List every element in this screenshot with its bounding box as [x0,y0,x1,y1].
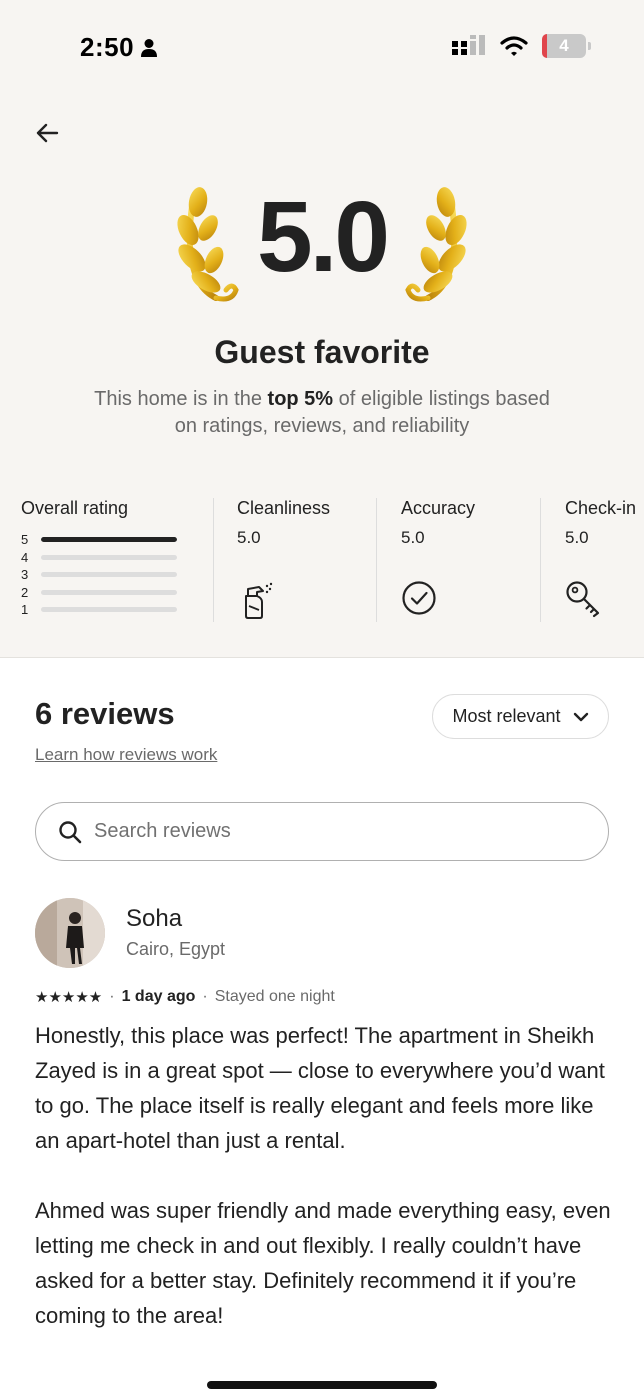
divider [540,498,541,622]
rating-bar-star: 5 [21,532,29,548]
laurel-right-icon [405,187,467,302]
category-value: 5.0 [237,528,261,547]
rating-bar-track [41,589,177,595]
avatar[interactable] [35,898,105,968]
rating-bar-row: 5 [21,531,201,549]
reviewer-location: Cairo, Egypt [126,939,226,959]
category-value: 5.0 [565,528,589,547]
reviewer-photo [35,898,105,968]
category-cleanliness: Cleanliness 5.0 [237,498,367,624]
rating-categories: Overall rating 54 32 1 Cleanliness 5.0 Acc… [0,498,644,624]
separator: · [202,988,208,1005]
reviewer-name: Soha [126,905,183,932]
search-icon [59,820,82,843]
rating-bar-row: 3 [21,566,201,584]
key-icon [566,581,600,618]
star-rating: ★★★★★ [35,989,103,1006]
status-time: 2:50 [80,32,158,63]
rating-bar-track [41,572,177,578]
review-paragraph: Ahmed was super friendly and made everyt… [35,1198,611,1328]
wifi-icon [500,36,528,56]
spray-bottle-icon [245,582,273,619]
signal-icon [452,35,485,55]
rating-bar-star: 2 [21,584,29,600]
review-meta: ★★★★★ · 1 day ago · Stayed one night [35,988,335,1006]
reviews-count: 6 reviews [35,696,175,731]
rating-summary-panel: 2:50 4 5.0 Guest favorite This home is i… [0,0,644,658]
overall-rating-block: Overall rating 54 32 1 [21,498,201,624]
rating-distribution: 54 32 1 [21,531,201,619]
rating-bar-track [41,607,177,613]
category-accuracy: Accuracy 5.0 [401,498,531,624]
review-body: Honestly, this place was perfect! The ap… [35,1018,620,1333]
category-label: Accuracy [401,498,476,518]
battery-icon: 4 [542,34,591,58]
separator: · [109,988,115,1005]
arrow-left-icon [36,123,59,143]
review-paragraph: Honestly, this place was perfect! The ap… [35,1023,605,1153]
rating-bar-row: 1 [21,601,201,619]
rating-bar-track [41,537,177,543]
rating-bar-row: 2 [21,584,201,602]
rating-bar-star: 3 [21,567,29,583]
guest-favorite-description: This home is in the top 5% of eligible l… [94,388,550,437]
search-reviews-field[interactable] [35,802,609,861]
overall-rating-label: Overall rating [21,498,129,518]
check-circle-icon [402,581,436,615]
sort-dropdown[interactable]: Most relevant [432,694,609,739]
guest-favorite-title: Guest favorite [214,334,430,370]
category-check-in: Check-in 5.0 [565,498,644,624]
rating-bar-fill [41,537,177,543]
rating-bar-track [41,554,177,560]
category-label: Cleanliness [237,498,331,518]
divider [376,498,377,622]
category-label: Check-in [565,498,637,518]
stay-length: Stayed one night [214,988,335,1005]
review-date: 1 day ago [121,988,196,1005]
learn-how-reviews-work-link[interactable]: Learn how reviews work [35,745,217,765]
chevron-down-icon [573,712,588,721]
divider [213,498,214,622]
sort-label: Most relevant [452,706,561,726]
status-indicators: 4 [452,34,591,58]
rating-bar-row: 4 [21,549,201,567]
clock-text: 2:50 [80,32,135,62]
overall-rating-value: 5.0 [256,181,390,293]
back-button[interactable] [30,116,64,150]
person-icon [141,38,158,57]
search-input[interactable] [94,820,554,843]
home-indicator[interactable] [207,1381,437,1389]
rating-bar-star: 1 [21,602,29,618]
category-value: 5.0 [401,528,425,547]
rating-bar-star: 4 [21,549,29,565]
